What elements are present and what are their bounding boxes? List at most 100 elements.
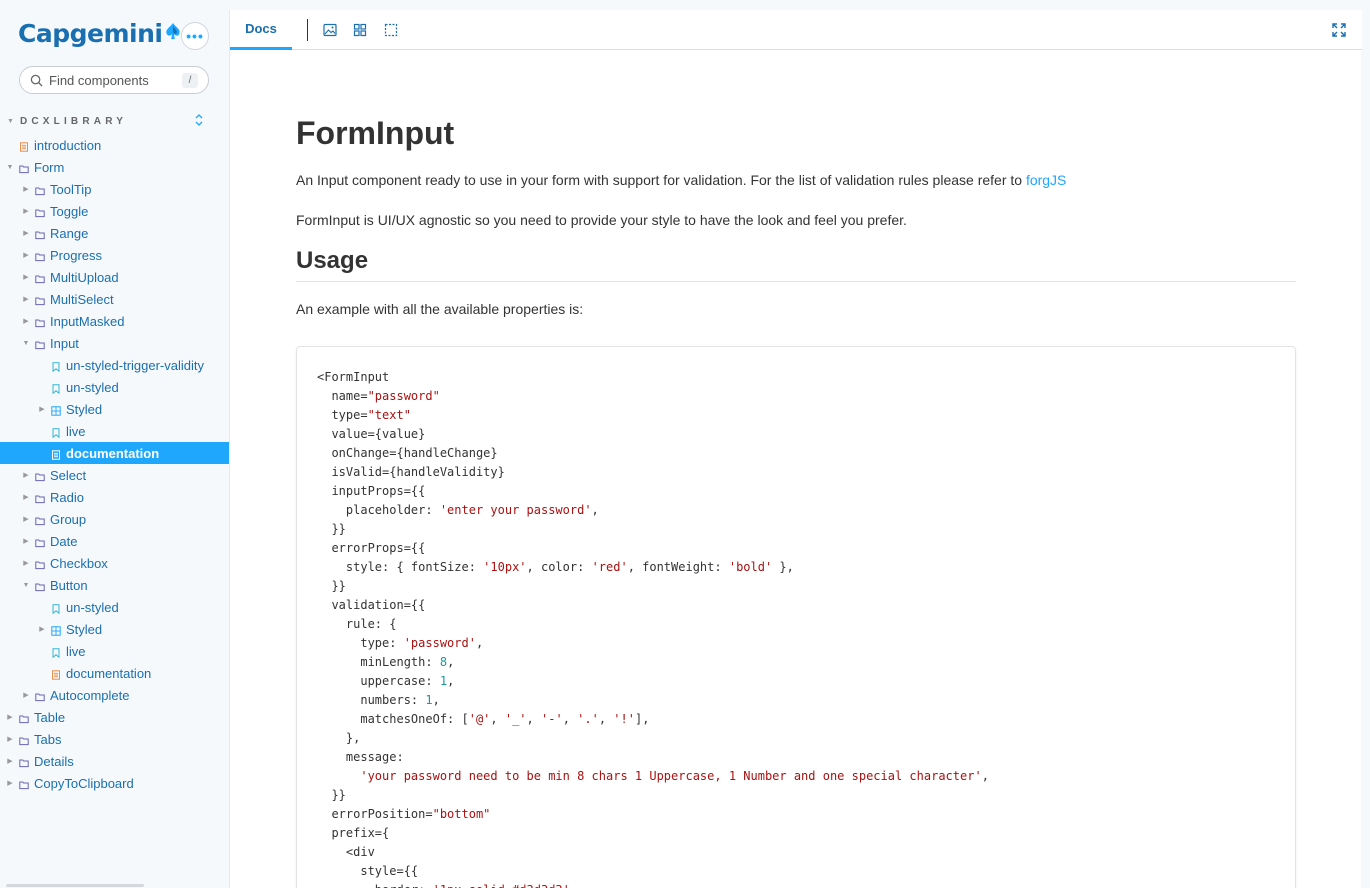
code-token: , [432,693,440,707]
sidebar-item[interactable]: ▶ Details [0,750,229,772]
sidebar-item[interactable]: un-styled-trigger-validity [0,354,229,376]
caret-right-icon[interactable]: ▶ [6,779,14,787]
sidebar-item[interactable]: ▶ MultiSelect [0,288,229,310]
sidebar-item[interactable]: ▶ Group [0,508,229,530]
caret-right-icon[interactable]: ▶ [22,691,30,699]
sidebar-item[interactable]: ▶ Styled [0,398,229,420]
fullscreen-icon[interactable] [1332,23,1346,37]
sidebar-item-label: un-styled [66,599,119,615]
sidebar-item[interactable]: live [0,420,229,442]
expand-collapse-icon[interactable] [194,113,204,127]
folder-icon [35,558,45,570]
folder-icon [35,492,45,504]
sidebar-item[interactable]: ▶ MultiUpload [0,266,229,288]
caret-right-icon[interactable]: ▶ [22,515,30,523]
sidebar-item[interactable]: ▶ InputMasked [0,310,229,332]
sidebar-item[interactable]: ▶ Table [0,706,229,728]
sidebar-item[interactable]: ▶ Select [0,464,229,486]
code-line: uppercase: 1, [317,672,989,691]
code-token: , fontWeight: [627,560,729,574]
sidebar-item[interactable]: ▼ Button [0,574,229,596]
sidebar-item[interactable]: ▶ Tabs [0,728,229,750]
logo-text: Capgemini [18,18,163,48]
sidebar-item[interactable]: ▼ Form [0,156,229,178]
sidebar-menu-button[interactable]: ••• [181,22,209,50]
code-token: '_' [504,712,527,726]
code-token: uppercase: [317,674,440,688]
sidebar-item[interactable]: un-styled [0,376,229,398]
code-token: '!' [613,712,635,726]
code-token: , [475,636,484,650]
caret-right-icon[interactable]: ▶ [22,251,30,259]
sidebar-item[interactable]: ▶ Checkbox [0,552,229,574]
sidebar-item[interactable]: un-styled [0,596,229,618]
sidebar-item[interactable]: ▶ Styled [0,618,229,640]
caret-right-icon[interactable]: ▶ [22,559,30,567]
folder-icon [35,580,45,592]
code-line: prefix={ [317,824,989,843]
sidebar-item[interactable]: ▶ CopyToClipboard [0,772,229,794]
caret-right-icon[interactable]: ▶ [22,317,30,325]
code-block[interactable]: <FormInput name="password" type="text" v… [296,346,1296,888]
sidebar-item-label: Input [50,335,79,351]
caret-right-icon[interactable]: ▶ [38,625,46,633]
code-line: border: '1px solid #d3d3d3', [317,881,989,888]
caret-right-icon[interactable]: ▶ [6,735,14,743]
caret-right-icon[interactable]: ▶ [22,185,30,193]
folder-icon [19,756,29,768]
code-token: , [562,712,578,726]
caret-down-icon[interactable]: ▼ [22,582,30,589]
code-token: placeholder: [317,503,440,517]
folder-icon [35,294,45,306]
code-token: '@' [468,712,491,726]
code-line: message: [317,748,989,767]
search-input[interactable] [49,72,179,88]
sidebar-item[interactable]: ▶ Progress [0,244,229,266]
caret-right-icon[interactable]: ▶ [6,757,14,765]
caret-right-icon[interactable]: ▶ [22,295,30,303]
page-title: FormInput [296,115,455,151]
sidebar-item[interactable]: ▶ ToolTip [0,178,229,200]
code-line: name="password" [317,387,989,406]
sidebar-item[interactable]: ▶ Range [0,222,229,244]
grid-icon[interactable] [353,23,367,37]
caret-right-icon[interactable]: ▶ [22,493,30,501]
folder-icon [19,778,29,790]
caret-right-icon[interactable]: ▶ [22,471,30,479]
folder-icon [19,162,29,174]
caret-right-icon[interactable]: ▶ [22,537,30,545]
code-line: type="text" [317,406,989,425]
search-icon [30,74,43,87]
caret-right-icon[interactable]: ▶ [22,207,30,215]
sidebar-item[interactable]: documentation [0,442,229,464]
code-token: }} [317,788,346,802]
story-icon [51,646,61,659]
sidebar-item[interactable]: ▶ Toggle [0,200,229,222]
story-icon [51,426,61,439]
caret-right-icon[interactable]: ▶ [22,229,30,237]
sidebar-item-label: Range [50,225,89,241]
code-token: value={value} [317,427,426,441]
sidebar-item[interactable]: ▶ Date [0,530,229,552]
sidebar-scrollbar[interactable] [6,884,144,887]
sidebar-item[interactable]: introduction [0,134,229,156]
section-header[interactable]: ▼ DCXLIBRARY [7,113,219,129]
caret-right-icon[interactable]: ▶ [22,273,30,281]
sidebar-item[interactable]: ▼ Input [0,332,229,354]
tab-docs[interactable]: Docs [230,10,292,50]
search-box[interactable]: / [19,66,209,94]
brand-logo[interactable]: Capgemini [18,16,182,50]
caret-right-icon[interactable]: ▶ [6,713,14,721]
caret-down-icon[interactable]: ▼ [22,340,30,347]
sidebar-item[interactable]: live [0,640,229,662]
sidebar-item[interactable]: ▶ Autocomplete [0,684,229,706]
code-token: , [447,674,455,688]
code-line: }} [317,577,989,596]
sidebar-item[interactable]: documentation [0,662,229,684]
sidebar-item[interactable]: ▶ Radio [0,486,229,508]
outline-icon[interactable] [384,23,398,37]
forgjs-link[interactable]: forgJS [1026,172,1066,188]
caret-down-icon[interactable]: ▼ [6,164,14,171]
caret-right-icon[interactable]: ▶ [38,405,46,413]
image-icon[interactable] [323,23,337,37]
